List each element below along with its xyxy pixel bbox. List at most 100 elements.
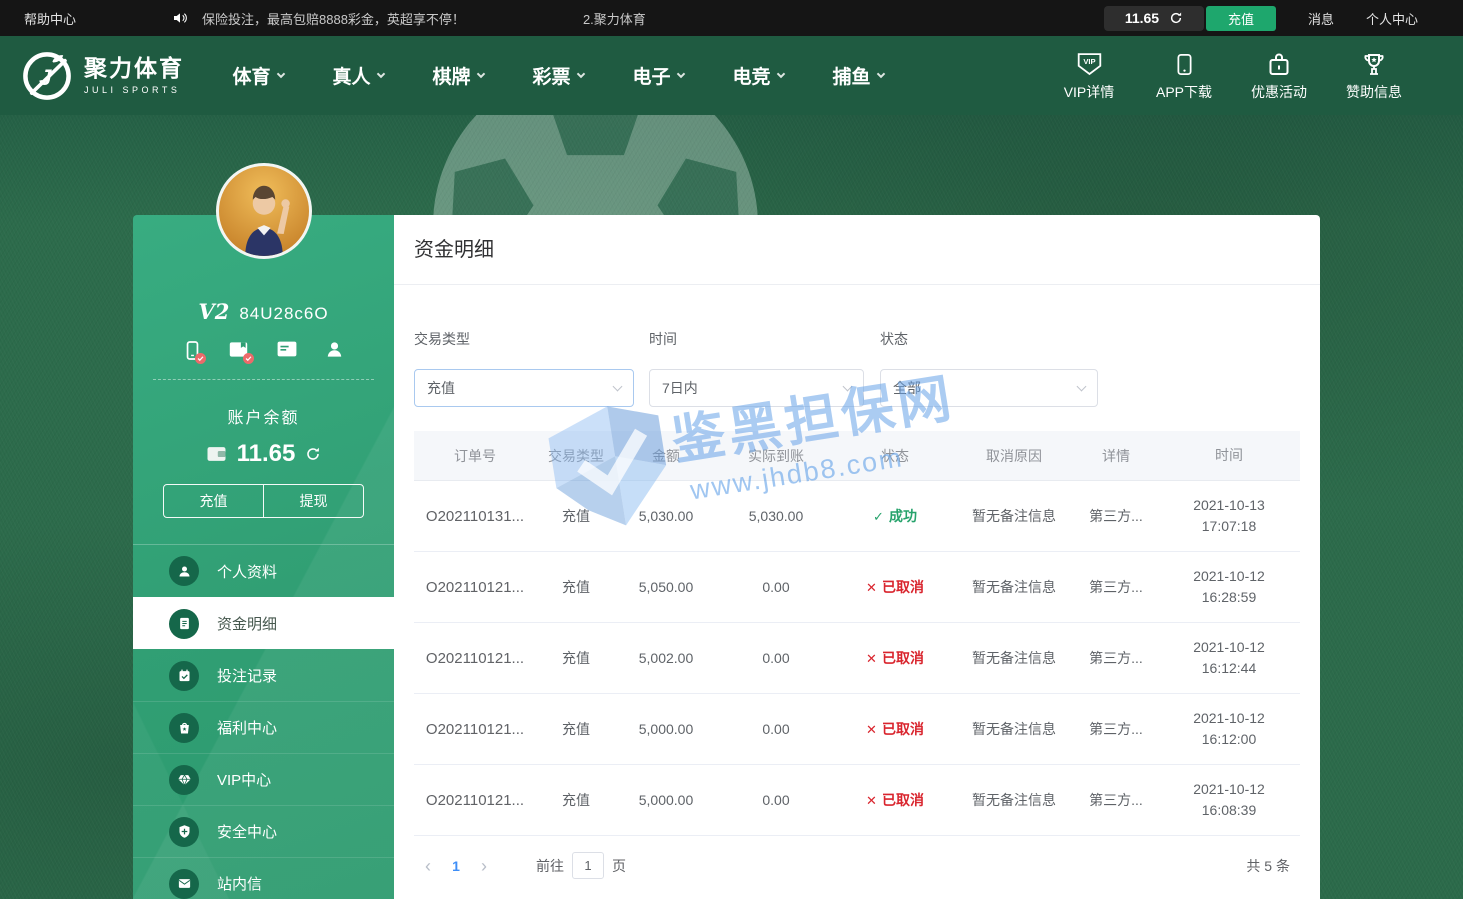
funds-panel: 资金明细 交易类型 充值 时间 7日内 状态 全部 <box>394 215 1320 899</box>
divider <box>153 379 374 380</box>
chevron-down-icon <box>876 69 884 77</box>
member-icon[interactable] <box>325 340 344 361</box>
status-select[interactable]: 全部 <box>880 369 1098 407</box>
select-value: 全部 <box>893 378 921 398</box>
nav-item-slots[interactable]: 电子 <box>608 62 708 89</box>
topbar: 帮助中心 保险投注，最高包赔8888彩金，英超享不停！ 2.聚力体育 11.65… <box>0 0 1463 36</box>
welfare-bag-icon <box>169 713 199 743</box>
transaction-type-select[interactable]: 充值 <box>414 369 634 407</box>
help-center-link[interactable]: 帮助中心 <box>24 9 76 28</box>
quick-link-label: APP下载 <box>1156 82 1212 102</box>
person-icon <box>169 556 199 586</box>
nav-item-live[interactable]: 真人 <box>308 62 408 89</box>
withdraw-button[interactable]: 提现 <box>264 485 363 517</box>
recharge-button[interactable]: 充值 <box>1206 6 1276 31</box>
cell-detail-link[interactable]: 第三方... <box>1074 790 1158 810</box>
sidebar-item-welfare[interactable]: 福利中心 <box>133 701 394 753</box>
refresh-icon[interactable] <box>1169 11 1183 25</box>
next-page-button[interactable]: › <box>470 857 498 875</box>
phone-verified-icon[interactable] <box>184 340 201 361</box>
cell-detail-link[interactable]: 第三方... <box>1074 719 1158 739</box>
total-count: 共 5 条 <box>1246 856 1300 876</box>
sidebar-item-funds[interactable]: 资金明细 <box>133 597 394 649</box>
filter-time: 时间 7日内 <box>649 329 864 407</box>
cell-status: ✕已取消 <box>836 648 954 668</box>
cell-amount: 5,000.00 <box>616 792 716 808</box>
cell-type: 充值 <box>536 790 616 810</box>
bank-card-icon[interactable] <box>276 340 298 361</box>
topbar-right: 11.65 充值 消息 个人中心 <box>1104 6 1418 31</box>
date-line: 2021-10-12 <box>1158 708 1300 729</box>
verified-check-badge <box>195 353 206 364</box>
avatar[interactable] <box>216 163 312 259</box>
nav-item-chess[interactable]: 棋牌 <box>408 62 508 89</box>
cell-detail-link[interactable]: 第三方... <box>1074 648 1158 668</box>
cell-type: 充值 <box>536 577 616 597</box>
time-range-select[interactable]: 7日内 <box>649 369 864 407</box>
cell-amount: 5,000.00 <box>616 721 716 737</box>
page-title: 资金明细 <box>394 215 1320 285</box>
sponsor-info-link[interactable]: 赞助信息 <box>1343 50 1405 102</box>
goto-page-input[interactable] <box>572 852 604 879</box>
cell-order-no: O202110121... <box>414 650 536 667</box>
filter-transaction-type: 交易类型 充值 <box>414 329 634 407</box>
cell-amount: 5,002.00 <box>616 650 716 666</box>
sidebar-item-bets[interactable]: 投注记录 <box>133 649 394 701</box>
sidebar: V2 84U28c6O 账户余额 11.65 <box>133 215 394 899</box>
cell-cancel-reason: 暂无备注信息 <box>954 790 1074 810</box>
nav-label: 彩票 <box>532 62 570 89</box>
vip-details-link[interactable]: VIP VIP详情 <box>1058 50 1120 102</box>
pagination: ‹ 1 › 前往 页 共 5 条 <box>394 836 1320 879</box>
diamond-icon <box>169 765 199 795</box>
cell-detail-link[interactable]: 第三方... <box>1074 577 1158 597</box>
announcement-secondary: 2.聚力体育 <box>583 9 646 28</box>
topbar-balance[interactable]: 11.65 <box>1104 6 1204 31</box>
quick-link-label: 赞助信息 <box>1346 82 1402 102</box>
cell-received: 0.00 <box>716 721 836 737</box>
page-unit-label: 页 <box>612 856 626 876</box>
cell-cancel-reason: 暂无备注信息 <box>954 648 1074 668</box>
sidebar-item-label: VIP中心 <box>217 769 271 790</box>
cell-order-no: O202110121... <box>414 579 536 596</box>
nav-item-esports[interactable]: 电竞 <box>708 62 808 89</box>
sidebar-item-security[interactable]: 安全中心 <box>133 805 394 857</box>
cell-received: 5,030.00 <box>716 508 836 524</box>
cell-detail-link[interactable]: 第三方... <box>1074 506 1158 526</box>
chevron-down-icon <box>376 69 384 77</box>
cell-order-no: O202110131... <box>414 508 536 525</box>
app-download-link[interactable]: APP下载 <box>1153 50 1215 102</box>
page-number[interactable]: 1 <box>442 858 470 874</box>
phone-icon <box>1174 50 1195 77</box>
time-line: 16:12:44 <box>1158 658 1300 679</box>
goto-label: 前往 <box>536 856 564 876</box>
promotions-link[interactable]: 优惠活动 <box>1248 50 1310 102</box>
nav-label: 电子 <box>632 62 670 89</box>
personal-center-link[interactable]: 个人中心 <box>1366 9 1418 28</box>
nav-item-lottery[interactable]: 彩票 <box>508 62 608 89</box>
cell-status: ✕已取消 <box>836 719 954 739</box>
gift-box-icon <box>1267 50 1291 77</box>
messages-link[interactable]: 消息 <box>1308 9 1334 28</box>
status-text: 已取消 <box>882 650 924 666</box>
sidebar-item-label: 福利中心 <box>217 717 277 738</box>
date-line: 2021-10-12 <box>1158 779 1300 800</box>
refresh-icon[interactable] <box>305 446 321 462</box>
status-text: 已取消 <box>882 579 924 595</box>
sidebar-item-inbox[interactable]: 站内信 <box>133 857 394 899</box>
logo[interactable]: J 聚力体育 JULI SPORTS <box>20 49 198 103</box>
navbar: J 聚力体育 JULI SPORTS 体育 真人 棋牌 彩票 电子 电竞 捕鱼 … <box>0 36 1463 115</box>
identity-verified-icon[interactable] <box>228 340 249 361</box>
quick-links: VIP VIP详情 APP下载 优惠活动 赞助信息 <box>1058 50 1405 102</box>
logo-emblem-icon: J <box>20 49 74 103</box>
deposit-button[interactable]: 充值 <box>164 485 264 517</box>
time-line: 16:08:39 <box>1158 800 1300 821</box>
sidebar-item-vip[interactable]: VIP中心 <box>133 753 394 805</box>
table-row: O202110121... 充值 5,050.00 0.00 ✕已取消 暂无备注… <box>414 552 1300 623</box>
status-text: 已取消 <box>882 721 924 737</box>
sidebar-item-profile[interactable]: 个人资料 <box>133 545 394 597</box>
wallet-icon <box>206 445 227 463</box>
prev-page-button[interactable]: ‹ <box>414 857 442 875</box>
nav-item-sports[interactable]: 体育 <box>208 62 308 89</box>
date-line: 2021-10-12 <box>1158 566 1300 587</box>
nav-item-fishing[interactable]: 捕鱼 <box>808 62 908 89</box>
